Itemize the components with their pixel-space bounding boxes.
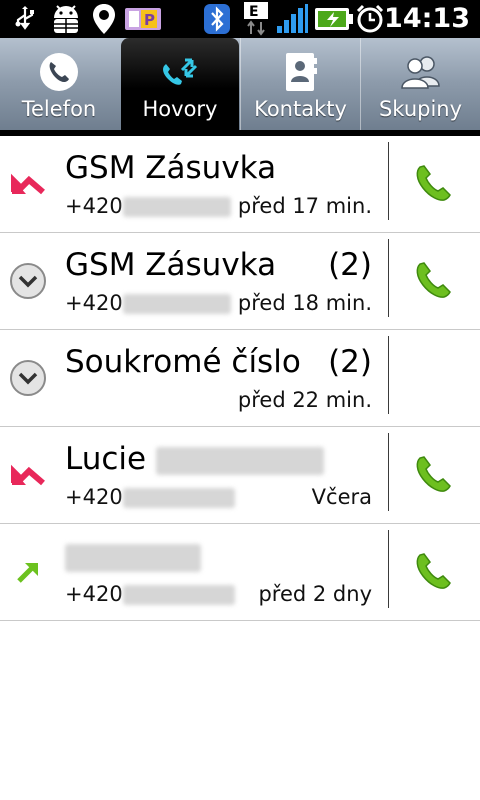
redacted-surname [155, 446, 324, 475]
phone-number: +420 [65, 485, 235, 509]
call-time: před 17 min. [237, 194, 372, 218]
svg-text:P: P [144, 11, 155, 29]
call-log-item[interactable]: Lucie +420 Včera [0, 427, 480, 524]
missed-call-icon [8, 166, 48, 202]
call-count: (2) [328, 247, 372, 283]
phone-number: +420 [65, 194, 231, 218]
call-button[interactable] [408, 255, 460, 305]
tab-bar: Telefon Hovory Kontakty Skupiny [0, 38, 480, 130]
call-log-item[interactable]: GSM Zásuvka (2) +420 před 18 min. [0, 233, 480, 330]
expand-group-button[interactable] [8, 360, 48, 396]
tab-label: Skupiny [378, 97, 463, 121]
call-time: před 2 dny [258, 582, 372, 606]
call-button[interactable] [408, 158, 460, 208]
redacted-number [122, 488, 235, 508]
tab-label: Hovory [142, 97, 218, 121]
clock: 14:13 [384, 3, 470, 34]
bluetooth-icon [202, 0, 232, 38]
tab-label: Telefon [21, 97, 97, 121]
divider [388, 530, 389, 608]
tab-skupiny[interactable]: Skupiny [360, 38, 480, 130]
contact-card-icon [284, 52, 318, 92]
phone-number: +420 [65, 291, 231, 315]
network-type-label: E [249, 4, 259, 20]
divider [388, 239, 389, 317]
alarm-icon [354, 0, 386, 38]
redacted-number [122, 585, 235, 605]
contact-name: GSM Zásuvka [65, 150, 277, 186]
expand-group-button[interactable] [8, 263, 48, 299]
call-log-icon [158, 52, 202, 92]
redacted-name [65, 543, 201, 572]
contact-name: GSM Zásuvka [65, 247, 277, 283]
contact-name: Lucie [65, 441, 324, 477]
tab-hovory[interactable]: Hovory [121, 38, 239, 130]
redacted-number [122, 294, 231, 314]
call-count: (2) [328, 344, 372, 380]
contact-name [65, 538, 201, 574]
edge-data-icon: E [242, 0, 270, 38]
parking-app-icon: P [124, 0, 162, 38]
contact-name: Soukromé číslo [65, 344, 301, 380]
signal-icon [274, 0, 310, 38]
android-debug-icon [48, 0, 84, 38]
tab-label: Kontakty [254, 97, 347, 121]
call-time: před 22 min. [237, 388, 372, 412]
redacted-number [122, 197, 231, 217]
call-button[interactable] [408, 546, 460, 596]
call-log-item[interactable]: GSM Zásuvka +420 před 17 min. [0, 136, 480, 233]
battery-charging-icon [314, 0, 354, 38]
group-icon [399, 52, 443, 92]
divider [388, 142, 389, 220]
location-icon [90, 0, 118, 38]
usb-icon [12, 0, 38, 38]
outgoing-call-icon [8, 554, 48, 590]
missed-call-icon [8, 457, 48, 493]
divider [388, 433, 389, 511]
status-bar: P E 14:13 [0, 0, 480, 38]
call-button[interactable] [408, 449, 460, 499]
tab-telefon[interactable]: Telefon [0, 38, 118, 130]
call-log-item[interactable]: +420 před 2 dny [0, 524, 480, 621]
call-log-list: GSM Zásuvka +420 před 17 min. GSM Zásuvk… [0, 136, 480, 621]
phone-icon [39, 52, 79, 92]
call-time: Včera [311, 485, 372, 509]
call-time: před 18 min. [237, 291, 372, 315]
phone-number: +420 [65, 582, 235, 606]
tab-kontakty[interactable]: Kontakty [240, 38, 360, 130]
divider [388, 336, 389, 414]
call-log-item[interactable]: Soukromé číslo (2) před 22 min. [0, 330, 480, 427]
